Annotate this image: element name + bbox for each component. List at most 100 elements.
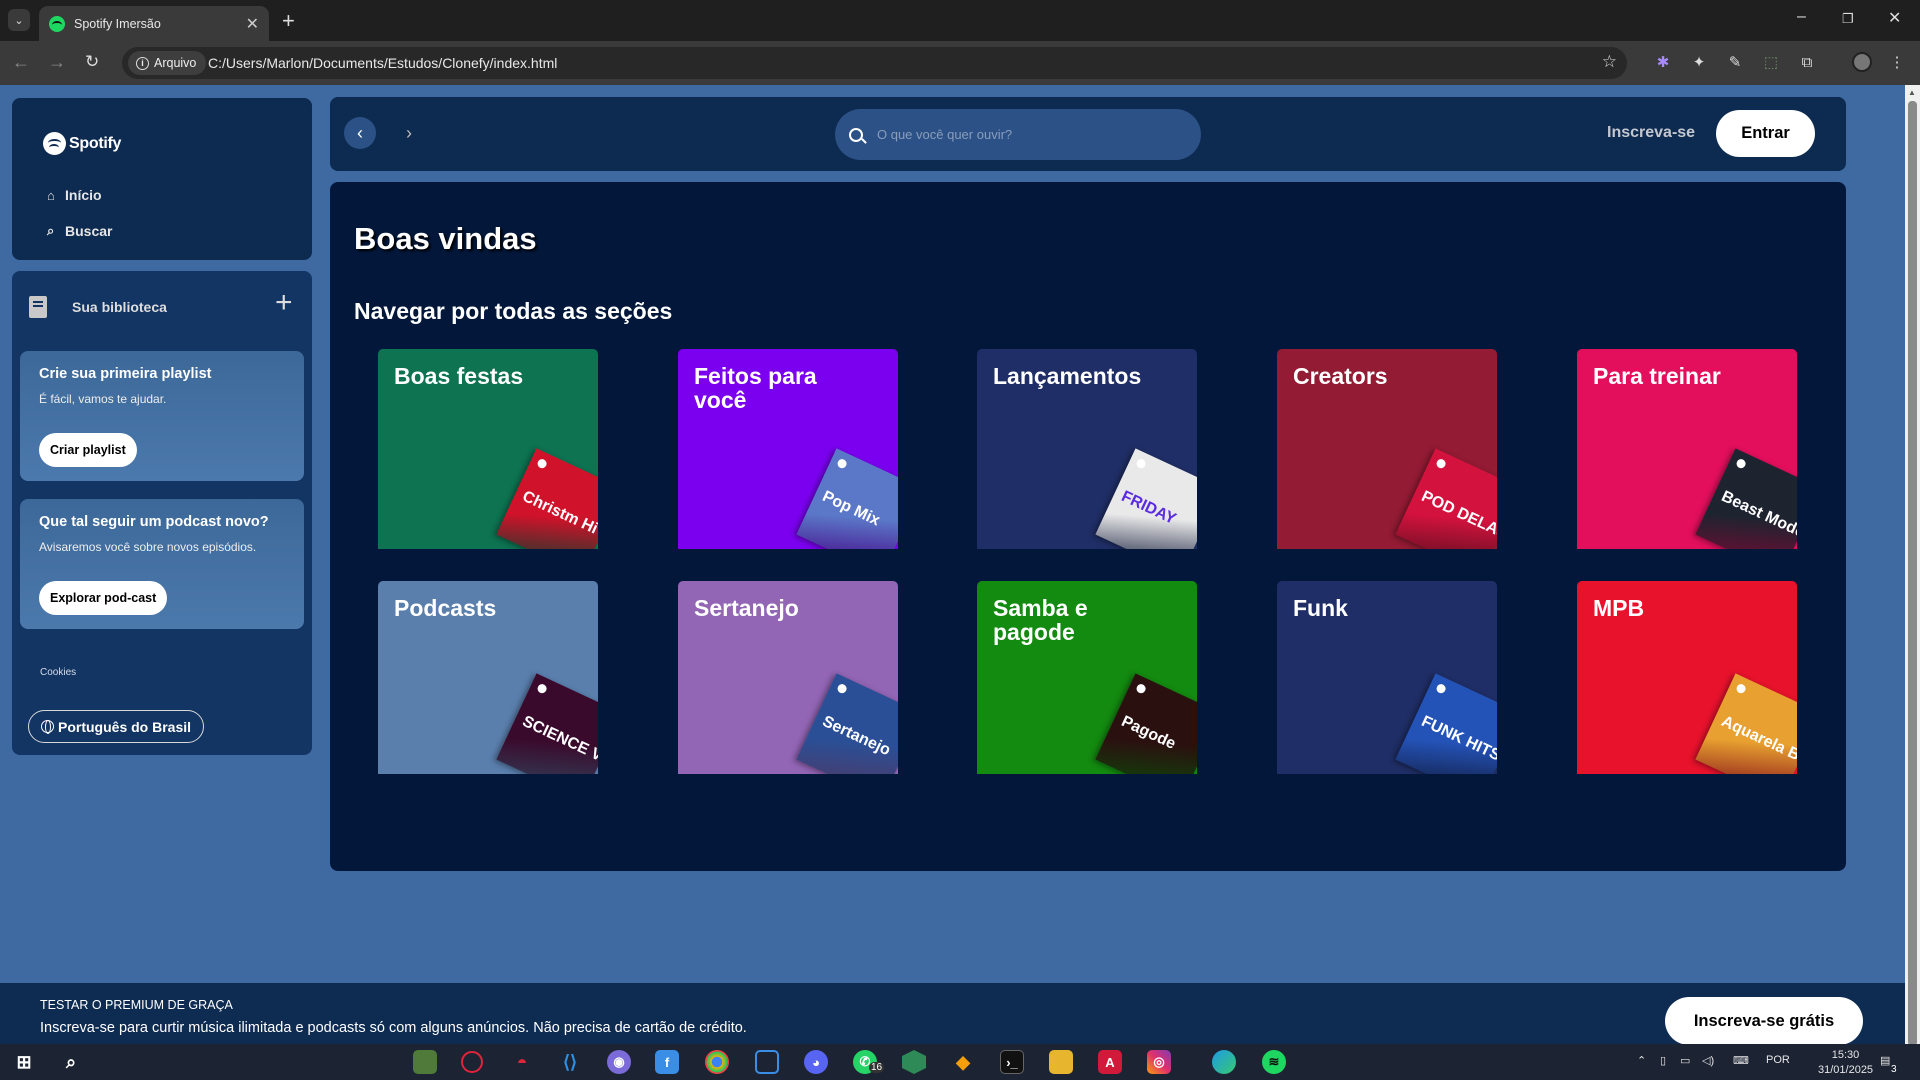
category-label: Feitos para você <box>694 363 817 413</box>
back-chevron-icon[interactable]: ‹ <box>344 117 376 149</box>
spotify-logo[interactable]: Spotify <box>43 132 121 155</box>
new-tab-button[interactable]: + <box>282 8 295 34</box>
clock-date: 31/01/2025 <box>1818 1064 1874 1076</box>
vscode-app-icon[interactable]: ⟨⟩ <box>558 1050 582 1074</box>
cover-title: POD DELAS <box>1418 488 1497 543</box>
url-text[interactable]: C:/Users/Marlon/Documents/Estudos/Clonef… <box>208 55 557 71</box>
keyboard-icon[interactable]: ⌨ <box>1733 1054 1749 1067</box>
node-app-icon[interactable] <box>902 1050 926 1074</box>
close-window-button[interactable]: ✕ <box>1888 8 1901 28</box>
category-cover-image: Christm Hi <box>496 448 598 549</box>
extension-pin-icon[interactable]: ✦ <box>1690 53 1708 71</box>
page-title: Boas vindas <box>354 221 537 256</box>
close-tab-icon[interactable]: ✕ <box>246 14 259 34</box>
category-tile-podcasts[interactable]: Podcasts SCIENCE VS <box>378 581 598 774</box>
category-tile-mpb[interactable]: MPB Aquarela Brasileira <box>1577 581 1797 774</box>
spotify-mark-icon <box>1735 682 1748 695</box>
nav-item-label: Buscar <box>65 223 113 239</box>
explore-podcast-button[interactable]: Explorar pod-cast <box>39 581 168 615</box>
edge-app-icon[interactable] <box>1212 1050 1236 1074</box>
library-header[interactable]: Sua biblioteca <box>29 296 167 318</box>
reload-icon[interactable]: ↻ <box>85 52 99 72</box>
category-cover-image: Aquarela Brasileira <box>1695 673 1797 774</box>
back-icon[interactable]: ← <box>12 52 30 73</box>
nav-item-search[interactable]: ⌕ Buscar <box>47 223 112 239</box>
library-panel: Sua biblioteca + Crie sua primeira playl… <box>12 271 312 755</box>
category-tile-lancamentos[interactable]: Lançamentos FRIDAY <box>977 349 1197 549</box>
create-playlist-button[interactable]: Criar playlist <box>39 433 137 467</box>
instagram-app-icon[interactable]: ◎ <box>1147 1050 1171 1074</box>
scroll-up-icon[interactable]: ▲ <box>1908 88 1916 97</box>
github-app-icon[interactable]: ◉ <box>607 1050 631 1074</box>
file-explorer-app-icon[interactable] <box>1049 1050 1073 1074</box>
login-button[interactable]: Entrar <box>1716 110 1815 157</box>
browser-menu-icon[interactable]: ⋮ <box>1888 53 1906 71</box>
browser-tab-bar: ⌄ Spotify Imersão ✕ + – ❐ ✕ <box>0 0 1920 41</box>
category-tile-creators[interactable]: Creators POD DELAS <box>1277 349 1497 549</box>
extension-pencil-icon[interactable]: ✎ <box>1726 53 1744 71</box>
category-label: Podcasts <box>394 595 497 621</box>
category-tile-boas-festas[interactable]: Boas festas Christm Hi <box>378 349 598 549</box>
bookmark-star-icon[interactable]: ☆ <box>1602 52 1617 72</box>
logo-text: Spotify <box>69 134 122 152</box>
scroll-thumb[interactable] <box>1908 101 1917 1046</box>
tray-chevron-icon[interactable]: ⌃ <box>1637 1054 1646 1067</box>
profile-avatar[interactable] <box>1852 52 1872 72</box>
category-cover-image: Sertanejo <box>796 673 898 774</box>
signup-link[interactable]: Inscreva-se <box>1607 124 1695 142</box>
card-subtitle: É fácil, vamos te ajudar. <box>39 392 167 406</box>
network-icon[interactable]: ▭ <box>1680 1054 1690 1067</box>
category-tile-samba-e-pagode[interactable]: Samba e pagode Pagode <box>977 581 1197 774</box>
spotify-app-icon[interactable]: ≋ <box>1262 1050 1286 1074</box>
banner-title: TESTAR O PREMIUM DE GRAÇA <box>40 998 233 1012</box>
language-button[interactable]: Português do Brasil <box>28 710 205 743</box>
category-tile-para-treinar[interactable]: Para treinar Beast Mode <box>1577 349 1797 549</box>
nav-item-home[interactable]: ⌂ Início <box>47 187 102 203</box>
category-tile-sertanejo[interactable]: Sertanejo Sertanejo <box>678 581 898 774</box>
taskbar-search-icon[interactable]: ⌕ <box>59 1050 83 1074</box>
clock[interactable]: 15:30 31/01/2025 <box>1818 1048 1873 1078</box>
opera-app-icon[interactable] <box>461 1051 483 1073</box>
forward-icon[interactable]: → <box>48 52 66 73</box>
files-app-icon[interactable]: f <box>655 1050 679 1074</box>
notifications-icon[interactable]: ▤ <box>1880 1054 1890 1067</box>
camera-app-icon[interactable] <box>755 1050 779 1074</box>
minecraft-app-icon[interactable] <box>413 1050 437 1074</box>
extension-gear-icon[interactable]: ✱ <box>1654 53 1672 71</box>
cookies-link[interactable]: Cookies <box>40 667 76 678</box>
top-header: ‹ › Inscreva-se Entrar <box>330 97 1846 171</box>
forward-chevron-icon[interactable]: › <box>393 117 425 149</box>
windows-start-icon[interactable]: ⊞ <box>12 1050 36 1074</box>
site-info-chip[interactable]: i Arquivo <box>128 51 207 75</box>
add-library-plus-icon[interactable]: + <box>275 286 293 320</box>
category-tile-funk[interactable]: Funk FUNK HITS <box>1277 581 1497 774</box>
spotify-mark-icon <box>1135 457 1148 470</box>
tray-usb-icon[interactable]: ▯ <box>1660 1054 1666 1067</box>
volume-icon[interactable]: ◁) <box>1702 1054 1714 1067</box>
signup-free-button[interactable]: Inscreva-se grátis <box>1665 997 1863 1045</box>
address-bar[interactable]: i Arquivo C:/Users/Marlon/Documents/Estu… <box>122 47 1627 79</box>
language-indicator[interactable]: POR <box>1766 1054 1790 1066</box>
search-bar[interactable] <box>835 109 1201 160</box>
spotify-mark-icon <box>836 682 849 695</box>
category-label: Samba e pagode <box>993 595 1088 645</box>
notifications-count: 3 <box>1891 1064 1897 1075</box>
minimize-button[interactable]: – <box>1797 8 1806 26</box>
discord-app-icon[interactable]: ◕ <box>804 1050 828 1074</box>
chrome-app-icon[interactable] <box>705 1050 729 1074</box>
adobe-app-icon[interactable]: A <box>1098 1050 1122 1074</box>
extensions-puzzle-icon[interactable]: ⧉ <box>1798 53 1816 71</box>
opera-gx-app-icon[interactable]: ◓ <box>510 1050 534 1074</box>
cover-title: Sertanejo <box>819 713 893 760</box>
extension-screenshot-icon[interactable]: ⬚ <box>1762 53 1780 71</box>
terminal-app-icon[interactable]: ›_ <box>1000 1050 1024 1074</box>
git-app-icon[interactable]: ◆ <box>951 1050 975 1074</box>
restore-button[interactable]: ❐ <box>1842 11 1854 27</box>
category-tile-feitos-para-voce[interactable]: Feitos para você Pop Mix <box>678 349 898 549</box>
page-scrollbar[interactable]: ▲ ▼ <box>1905 85 1920 1062</box>
tab-search-button[interactable]: ⌄ <box>8 9 30 31</box>
search-input[interactable] <box>877 127 1177 142</box>
browser-tab[interactable]: Spotify Imersão ✕ <box>39 6 269 41</box>
whatsapp-badge: 16 <box>869 1062 885 1073</box>
spotify-mark-icon <box>1135 682 1148 695</box>
